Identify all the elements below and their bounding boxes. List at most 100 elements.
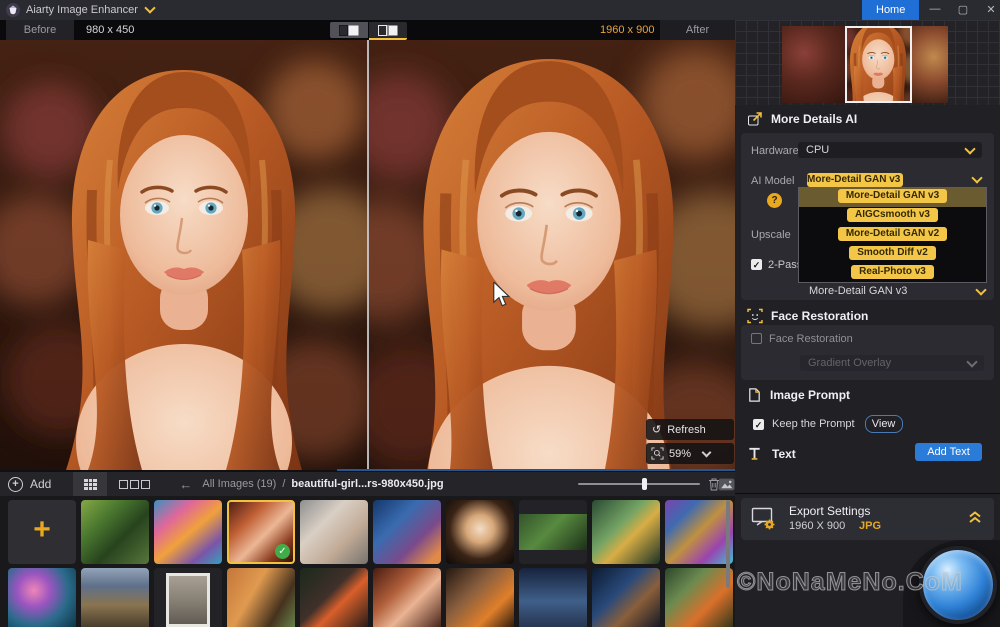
thumbnail-scrollbar[interactable] [726,500,730,588]
compare-bar: Before 980 x 450 1960 x 900 After [0,20,735,40]
export-settings-panel[interactable]: Export Settings 1960 X 900 JPG [741,498,994,540]
refresh-icon: ↺ [652,423,661,436]
collapse-double-chevron-icon[interactable] [968,511,982,524]
keep-prompt-checkbox[interactable]: ✓ [753,419,764,430]
breadcrumb[interactable]: All Images (19) [202,478,276,490]
dropdown-option[interactable]: More-Detail GAN v2 [799,226,986,245]
thumbnail-size-slider[interactable] [578,483,700,485]
back-arrow-icon[interactable]: ← [179,477,192,492]
compare-divider[interactable] [367,40,369,470]
ai-model-dropdown: More-Detail GAN v3 AIGCsmooth v3 More-De… [798,187,987,283]
trash-icon[interactable] [708,477,720,491]
hardware-chevron-icon [964,143,975,154]
grid-view-button[interactable] [73,472,107,496]
thumbnail-terrarium-jar[interactable] [592,500,660,564]
watermark-text: ©NoNaMeNo.CoM [737,568,963,597]
app-title: Aiarty Image Enhancer [26,4,138,16]
maximize-icon[interactable]: ▢ [950,3,976,16]
thumbnail-jungle-stream[interactable] [519,500,587,564]
second-model-value[interactable]: More-Detail GAN v3 [809,285,907,297]
second-model-chevron-icon[interactable] [975,284,986,295]
ai-model-label: AI Model [751,175,794,187]
face-style-select[interactable]: Gradient Overlay [800,355,984,371]
mouse-cursor [492,282,510,311]
thumbnail-mountain-truck[interactable] [81,568,149,627]
slider-handle[interactable] [642,478,647,490]
thumbnail-space-diver[interactable] [592,568,660,627]
split-view-icon [378,25,398,36]
view-mode-single-button[interactable] [330,22,368,38]
close-icon[interactable]: ✕ [978,3,1000,16]
keep-prompt-label: Keep the Prompt [772,418,855,430]
thumbnail-flower-crown-woman[interactable] [154,500,222,564]
zoom-chevron-icon [702,447,712,457]
two-pass-checkbox[interactable]: ✓ [751,259,762,270]
ai-model-value-pill[interactable]: More-Detail GAN v3 [807,173,903,187]
framed-photo [166,573,210,627]
refresh-button[interactable]: ↺ Refresh [646,419,734,440]
face-restoration-header: Face Restoration [747,308,868,324]
hardware-select[interactable]: CPU [798,142,982,158]
thumbnail-tiger[interactable] [227,568,295,627]
before-size-label: 980 x 450 [86,24,134,36]
zoom-level: 59% [669,448,691,460]
zoom-control[interactable]: 59% [646,443,734,464]
image-prompt-header: Image Prompt [747,387,850,403]
dropdown-option[interactable]: Real-Photo v3 [799,264,986,283]
current-filename: beautiful-girl...rs-980x450.jpg [291,478,443,490]
after-preview-image[interactable] [368,40,735,470]
dropdown-option[interactable]: AIGCsmooth v3 [799,207,986,226]
thumbnail-anime-girl-lizard[interactable] [81,500,149,564]
letterboxed-image [519,514,587,550]
add-label: Add [30,477,51,491]
thumbnail-game-badges[interactable] [665,500,733,564]
add-button[interactable]: + Add [8,477,51,492]
after-tab[interactable]: After [660,20,735,40]
thumbnail-blue-potion[interactable] [373,500,441,564]
face-style-chevron-icon [966,356,977,367]
view-prompt-button[interactable]: View [865,415,903,433]
dropdown-option[interactable]: More-Detail GAN v3 [799,188,986,207]
thumbnail-night-mountains[interactable] [519,568,587,627]
thumbnail-gallery: + ✓ [0,496,735,627]
thumbnail-vintage-photo[interactable] [154,568,222,627]
home-button[interactable]: Home [862,0,919,20]
file-toolbar: + Add ← All Images (19) / beautiful-girl… [0,472,735,496]
text-header: Text [747,446,796,461]
export-settings-title: Export Settings [789,504,870,518]
thumbnail-greenhouse[interactable] [665,568,733,627]
dropdown-option[interactable]: Smooth Diff v2 [799,245,986,264]
view-mode-split-button[interactable] [369,22,407,40]
navigator-crop-box[interactable] [845,26,912,103]
thumbnail-white-flower[interactable] [446,500,514,564]
plus-circle-icon: + [8,477,23,492]
thumbnail-size-icon [718,478,735,491]
minimize-icon[interactable]: — [922,3,948,15]
preview-scroll-indicator[interactable] [337,469,735,471]
thumbnail-toucan[interactable] [300,568,368,627]
more-details-title: More Details AI [771,112,857,126]
hardware-label: Hardware [751,145,799,157]
thumbnail-braided-redhead[interactable] [373,568,441,627]
grid-view-icon [84,479,97,490]
thumbnail-monk-orange[interactable] [446,568,514,627]
single-view-icon [339,25,359,36]
thumbnail-jellyfish[interactable] [8,568,76,627]
face-style-value: Gradient Overlay [808,357,891,369]
thumbnail-add-tile[interactable]: + [8,500,76,564]
thumbnail-blonde-woman[interactable] [300,500,368,564]
before-tab[interactable]: Before [6,20,74,40]
list-view-button[interactable] [117,472,151,496]
help-question-icon[interactable]: ? [767,193,782,208]
face-restoration-checkbox[interactable] [751,333,762,344]
thumbnail-red-haired-girl-selected[interactable]: ✓ [227,500,295,564]
export-size-value: 1960 X 900 [789,520,845,532]
before-preview-image[interactable] [0,40,368,470]
app-menu-chevron-icon[interactable] [144,2,155,13]
add-text-button[interactable]: Add Text [915,443,982,461]
navigator-photo-right [912,26,948,103]
selected-check-icon: ✓ [275,544,290,559]
navigator-panel [735,20,1000,105]
ai-model-chevron-icon[interactable] [971,172,982,183]
app-window: Aiarty Image Enhancer Home — ▢ ✕ Before … [0,0,1000,627]
